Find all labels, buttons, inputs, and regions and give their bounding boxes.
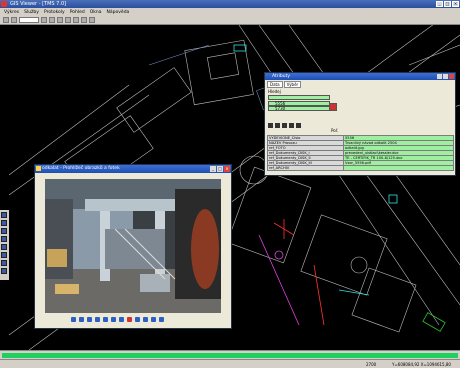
- measure-tool-icon[interactable]: [1, 252, 7, 258]
- menu-protokoly[interactable]: Protokoly: [44, 10, 65, 15]
- search-icon[interactable]: [81, 17, 87, 23]
- app-title: GIS Viewer - [TMS 7.0]: [10, 1, 67, 7]
- layer-select[interactable]: [19, 17, 39, 23]
- first-record-icon[interactable]: [268, 123, 273, 128]
- window-tool-icon[interactable]: [1, 220, 7, 226]
- app-titlebar: GIS Viewer - [TMS 7.0] _ □ ×: [0, 0, 460, 8]
- rotate-left-icon[interactable]: [111, 317, 116, 322]
- maximize-button[interactable]: □: [444, 1, 451, 7]
- zoom-readout: 2700: [366, 362, 377, 367]
- attr-maximize-button[interactable]: [443, 74, 448, 79]
- attribute-table: VYDEVIONE_Číslo 5556 NÁZEV Provozu Trvanli…: [267, 135, 454, 171]
- status-bar: 2700 Y=608084,92 X=1094615,80: [0, 359, 460, 368]
- measure-icon[interactable]: [65, 17, 71, 23]
- zoom-in-icon[interactable]: [95, 317, 100, 322]
- identify-tool-icon[interactable]: [1, 260, 7, 266]
- photo-viewer-title: odkalat - Prohlížeč obrazků a fotek: [42, 166, 120, 171]
- tab-data[interactable]: Data: [267, 81, 283, 88]
- command-bar: [0, 350, 460, 359]
- prev-icon[interactable]: [71, 317, 76, 322]
- photo-close-button[interactable]: ×: [224, 166, 230, 172]
- attr-close-button[interactable]: [449, 74, 454, 79]
- photo-viewer-titlebar[interactable]: odkalat - Prohlížeč obrazků a fotek _ □ …: [35, 165, 231, 173]
- search-input[interactable]: [268, 95, 330, 100]
- sort-label: Poř.: [331, 128, 339, 133]
- menu-sluzby[interactable]: Služby: [24, 10, 39, 15]
- zoom-out-tool-icon[interactable]: [1, 236, 7, 242]
- menu-okna[interactable]: Okna: [90, 10, 102, 15]
- select-tool-icon[interactable]: [1, 212, 7, 218]
- zoom-out-icon[interactable]: [103, 317, 108, 322]
- left-toolbar: [0, 210, 9, 280]
- pan-icon[interactable]: [57, 17, 63, 23]
- list-item-5730[interactable]: 5730: [268, 106, 330, 111]
- print-icon[interactable]: [151, 317, 156, 322]
- photo-toolbar: [71, 317, 164, 322]
- menu-napoveda[interactable]: Nápověda: [107, 10, 130, 15]
- menu-pohled[interactable]: Pohled: [70, 10, 85, 15]
- attributes-titlebar[interactable]: Atributy: [265, 73, 455, 80]
- record-navigator: [268, 123, 301, 128]
- info-icon[interactable]: [73, 17, 79, 23]
- menu-vykres[interactable]: Výkres: [4, 10, 19, 15]
- attributes-window: Atributy Data Výběr Hledej 5556 5730 Poř…: [264, 72, 456, 176]
- pan-tool-icon[interactable]: [1, 244, 7, 250]
- layers-icon[interactable]: [89, 17, 95, 23]
- delete-icon[interactable]: [127, 317, 132, 322]
- print-tool-icon[interactable]: [1, 268, 7, 274]
- next-record-icon[interactable]: [282, 123, 287, 128]
- minimize-button[interactable]: _: [436, 1, 443, 7]
- photo-minimize-button[interactable]: _: [210, 166, 216, 172]
- coordinate-readout: Y=608084,92 X=1094615,80: [392, 362, 451, 367]
- next-icon[interactable]: [79, 317, 84, 322]
- photo-app-icon: [36, 166, 41, 171]
- prev-record-icon[interactable]: [275, 123, 280, 128]
- attr-minimize-button[interactable]: [437, 74, 442, 79]
- attributes-title: Atributy: [272, 74, 290, 79]
- close-button[interactable]: ×: [452, 1, 459, 7]
- photo-maximize-button[interactable]: □: [217, 166, 223, 172]
- rotate-right-icon[interactable]: [119, 317, 124, 322]
- last-record-icon[interactable]: [289, 123, 294, 128]
- info-icon[interactable]: [159, 317, 164, 322]
- main-toolbar: [0, 16, 460, 25]
- save-icon[interactable]: [143, 317, 148, 322]
- open-icon[interactable]: [3, 17, 9, 23]
- search-label: Hledej: [268, 89, 281, 94]
- print-icon[interactable]: [41, 17, 47, 23]
- copy-icon[interactable]: [135, 317, 140, 322]
- save-icon[interactable]: [11, 17, 17, 23]
- refresh-icon[interactable]: [87, 317, 92, 322]
- command-line-input[interactable]: [2, 353, 458, 358]
- zoom-icon[interactable]: [49, 17, 55, 23]
- table-row[interactable]: ref_ARCHIV: [267, 165, 454, 171]
- industrial-photo: [45, 179, 221, 313]
- menu-bar: Výkres Služby Protokoly Pohled Okna Nápo…: [0, 8, 460, 16]
- tab-vyber[interactable]: Výběr: [283, 81, 302, 88]
- delete-record-icon[interactable]: [329, 103, 337, 111]
- filter-icon[interactable]: [296, 123, 301, 128]
- app-icon: [1, 1, 7, 7]
- photo-viewer-window: odkalat - Prohlížeč obrazků a fotek _ □ …: [34, 164, 232, 329]
- zoom-in-tool-icon[interactable]: [1, 228, 7, 234]
